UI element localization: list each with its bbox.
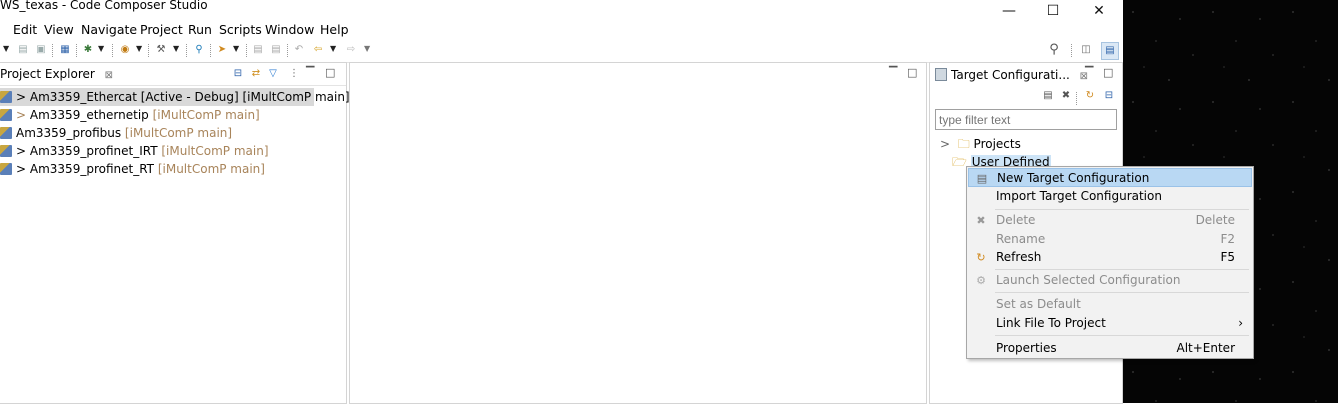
menu-edit[interactable]: Edit: [13, 22, 37, 37]
new-dropdown-icon[interactable]: ▼: [3, 44, 9, 53]
menu-run[interactable]: Run: [188, 22, 212, 37]
link-with-editor-icon[interactable]: ⇄: [249, 67, 263, 81]
tree-item-projects[interactable]: > 🗀 Projects: [940, 135, 1021, 153]
tree-item-project[interactable]: > Am3359_Ethercat [Active - Debug] [iMul…: [0, 88, 350, 106]
filter-input[interactable]: [935, 109, 1117, 130]
menu-item-set-as-default[interactable]: Set as Default: [968, 295, 1252, 314]
last-edit-icon[interactable]: ↶: [292, 43, 306, 57]
tree-item-project[interactable]: > Am3359_ethernetip [iMultComP main]: [0, 106, 260, 124]
project-icon: [0, 145, 12, 157]
menu-item-new-target-configuration[interactable]: ▤ New Target Configuration: [968, 168, 1252, 187]
open-perspective-icon[interactable]: ◫: [1079, 43, 1093, 57]
build-icon[interactable]: ⚒: [154, 43, 168, 57]
back-dropdown-icon[interactable]: ▼: [330, 44, 336, 53]
save-icon[interactable]: ▤: [16, 43, 30, 57]
project-icon: [0, 109, 12, 121]
project-explorer-tab-label: Project Explorer: [0, 67, 95, 81]
menu-navigate[interactable]: Navigate: [81, 22, 137, 37]
debug-dropdown-icon[interactable]: ▼: [98, 44, 104, 53]
folder-icon: 🗀: [957, 137, 970, 151]
collapse-all-icon[interactable]: ⊟: [1102, 89, 1116, 103]
project-explorer-tab[interactable]: Project Explorer ⊠: [0, 67, 113, 81]
target-config-tab[interactable]: Target Configurati... ⊠: [935, 68, 1088, 82]
maximize-view-icon[interactable]: □: [1103, 66, 1113, 79]
forward-icon[interactable]: ⇨: [344, 43, 358, 57]
menu-view[interactable]: View: [44, 22, 74, 37]
project-icon: [0, 127, 12, 139]
launch-dropdown-icon[interactable]: ▼: [233, 44, 239, 53]
collapse-all-icon[interactable]: ⊟: [231, 67, 245, 81]
menu-item-link-file-to-project[interactable]: Link File To Project ›: [968, 314, 1252, 333]
tree-item-project[interactable]: > Am3359_profinet_IRT [iMultComP main]: [0, 142, 269, 160]
target-config-tab-label: Target Configurati...: [951, 68, 1070, 82]
debug-icon[interactable]: ✱: [81, 43, 95, 57]
project-explorer-header: Project Explorer ⊠ ⊟ ⇄ ▽ ⋮ ▔ □: [0, 63, 346, 86]
menu-item-refresh[interactable]: ↻ Refresh F5: [968, 248, 1252, 267]
filter-icon[interactable]: ▽: [266, 67, 280, 81]
menu-project[interactable]: Project: [140, 22, 183, 37]
maximize-editor-icon[interactable]: □: [907, 66, 917, 79]
menu-window[interactable]: Window: [265, 22, 314, 37]
tree-item-project[interactable]: Am3359_profibus [iMultComP main]: [0, 124, 232, 142]
context-menu: ▤ New Target Configuration Import Target…: [966, 166, 1254, 359]
ccs-edit-perspective-icon[interactable]: ▤: [1101, 42, 1119, 60]
submenu-arrow-icon: ›: [1238, 316, 1243, 330]
project-icon: [0, 163, 12, 175]
search-icon[interactable]: ⚲: [1047, 43, 1061, 57]
build-dropdown-icon[interactable]: ▼: [173, 44, 179, 53]
back-icon[interactable]: ⇦: [311, 43, 325, 57]
flash-icon[interactable]: ◉: [118, 43, 132, 57]
console-icon[interactable]: ▦: [58, 43, 72, 57]
project-icon: [0, 91, 12, 103]
target-config-icon: [935, 68, 947, 81]
menu-help[interactable]: Help: [320, 22, 349, 37]
menu-bar: Edit View Navigate Project Run Scripts W…: [0, 21, 1123, 40]
close-icon[interactable]: ⊠: [105, 70, 113, 81]
maximize-view-icon[interactable]: □: [325, 66, 335, 79]
maximize-icon[interactable]: ☐: [1030, 0, 1076, 21]
tree-item-project[interactable]: > Am3359_profinet_RT [iMultComP main]: [0, 160, 265, 178]
project-explorer-panel: Project Explorer ⊠ ⊟ ⇄ ▽ ⋮ ▔ □ > Am3359_…: [0, 62, 350, 404]
title-bar: WS_texas - Code Composer Studio — ☐ ✕: [0, 0, 1123, 21]
minimize-view-icon[interactable]: ▔: [306, 66, 314, 79]
delete-icon[interactable]: ✖: [1059, 89, 1073, 103]
menu-item-launch-selected-configuration[interactable]: ⚙ Launch Selected Configuration: [968, 271, 1252, 290]
new-target-config-icon: ▤: [976, 172, 988, 185]
next-annotation-icon[interactable]: ▤: [269, 43, 283, 57]
minimize-view-icon[interactable]: ▔: [1085, 66, 1093, 79]
folder-open-icon: 🗁: [952, 155, 967, 169]
menu-item-import-target-configuration[interactable]: Import Target Configuration: [968, 187, 1252, 206]
minimize-editor-icon[interactable]: ▔: [889, 66, 897, 79]
menu-item-properties[interactable]: Properties Alt+Enter: [968, 339, 1252, 358]
new-target-icon[interactable]: ▤: [1041, 89, 1055, 103]
menu-item-delete[interactable]: ✖ Delete Delete: [968, 211, 1252, 230]
prev-annotation-icon[interactable]: ▤: [251, 43, 265, 57]
editor-area[interactable]: ▔ □: [349, 62, 927, 404]
window-title: WS_texas - Code Composer Studio: [0, 0, 208, 12]
view-menu-icon[interactable]: ⋮: [287, 67, 301, 81]
target-config-header: Target Configurati... ⊠ ▔ □: [930, 63, 1122, 87]
refresh-icon[interactable]: ↻: [1083, 89, 1097, 103]
minimize-icon[interactable]: —: [986, 0, 1032, 21]
main-toolbar: ▼ ▤ ▣ ▦ ✱ ▼ ◉ ▼ ⚒ ▼ ⚲ ➤ ▼ ▤ ▤ ↶ ⇦ ▼ ⇨ ▼ …: [0, 40, 1123, 63]
launch-icon[interactable]: ➤: [215, 43, 229, 57]
menu-scripts[interactable]: Scripts: [219, 22, 262, 37]
close-icon[interactable]: ✕: [1076, 0, 1122, 21]
forward-dropdown-icon[interactable]: ▼: [364, 44, 370, 53]
delete-icon: ✖: [976, 214, 986, 227]
menu-item-rename[interactable]: Rename F2: [968, 230, 1252, 249]
flash-dropdown-icon[interactable]: ▼: [136, 44, 142, 53]
search-toolbar-icon[interactable]: ⚲: [192, 43, 206, 57]
refresh-icon: ↻: [976, 251, 986, 264]
launch-icon: ⚙: [976, 274, 986, 287]
save-all-icon[interactable]: ▣: [34, 43, 48, 57]
